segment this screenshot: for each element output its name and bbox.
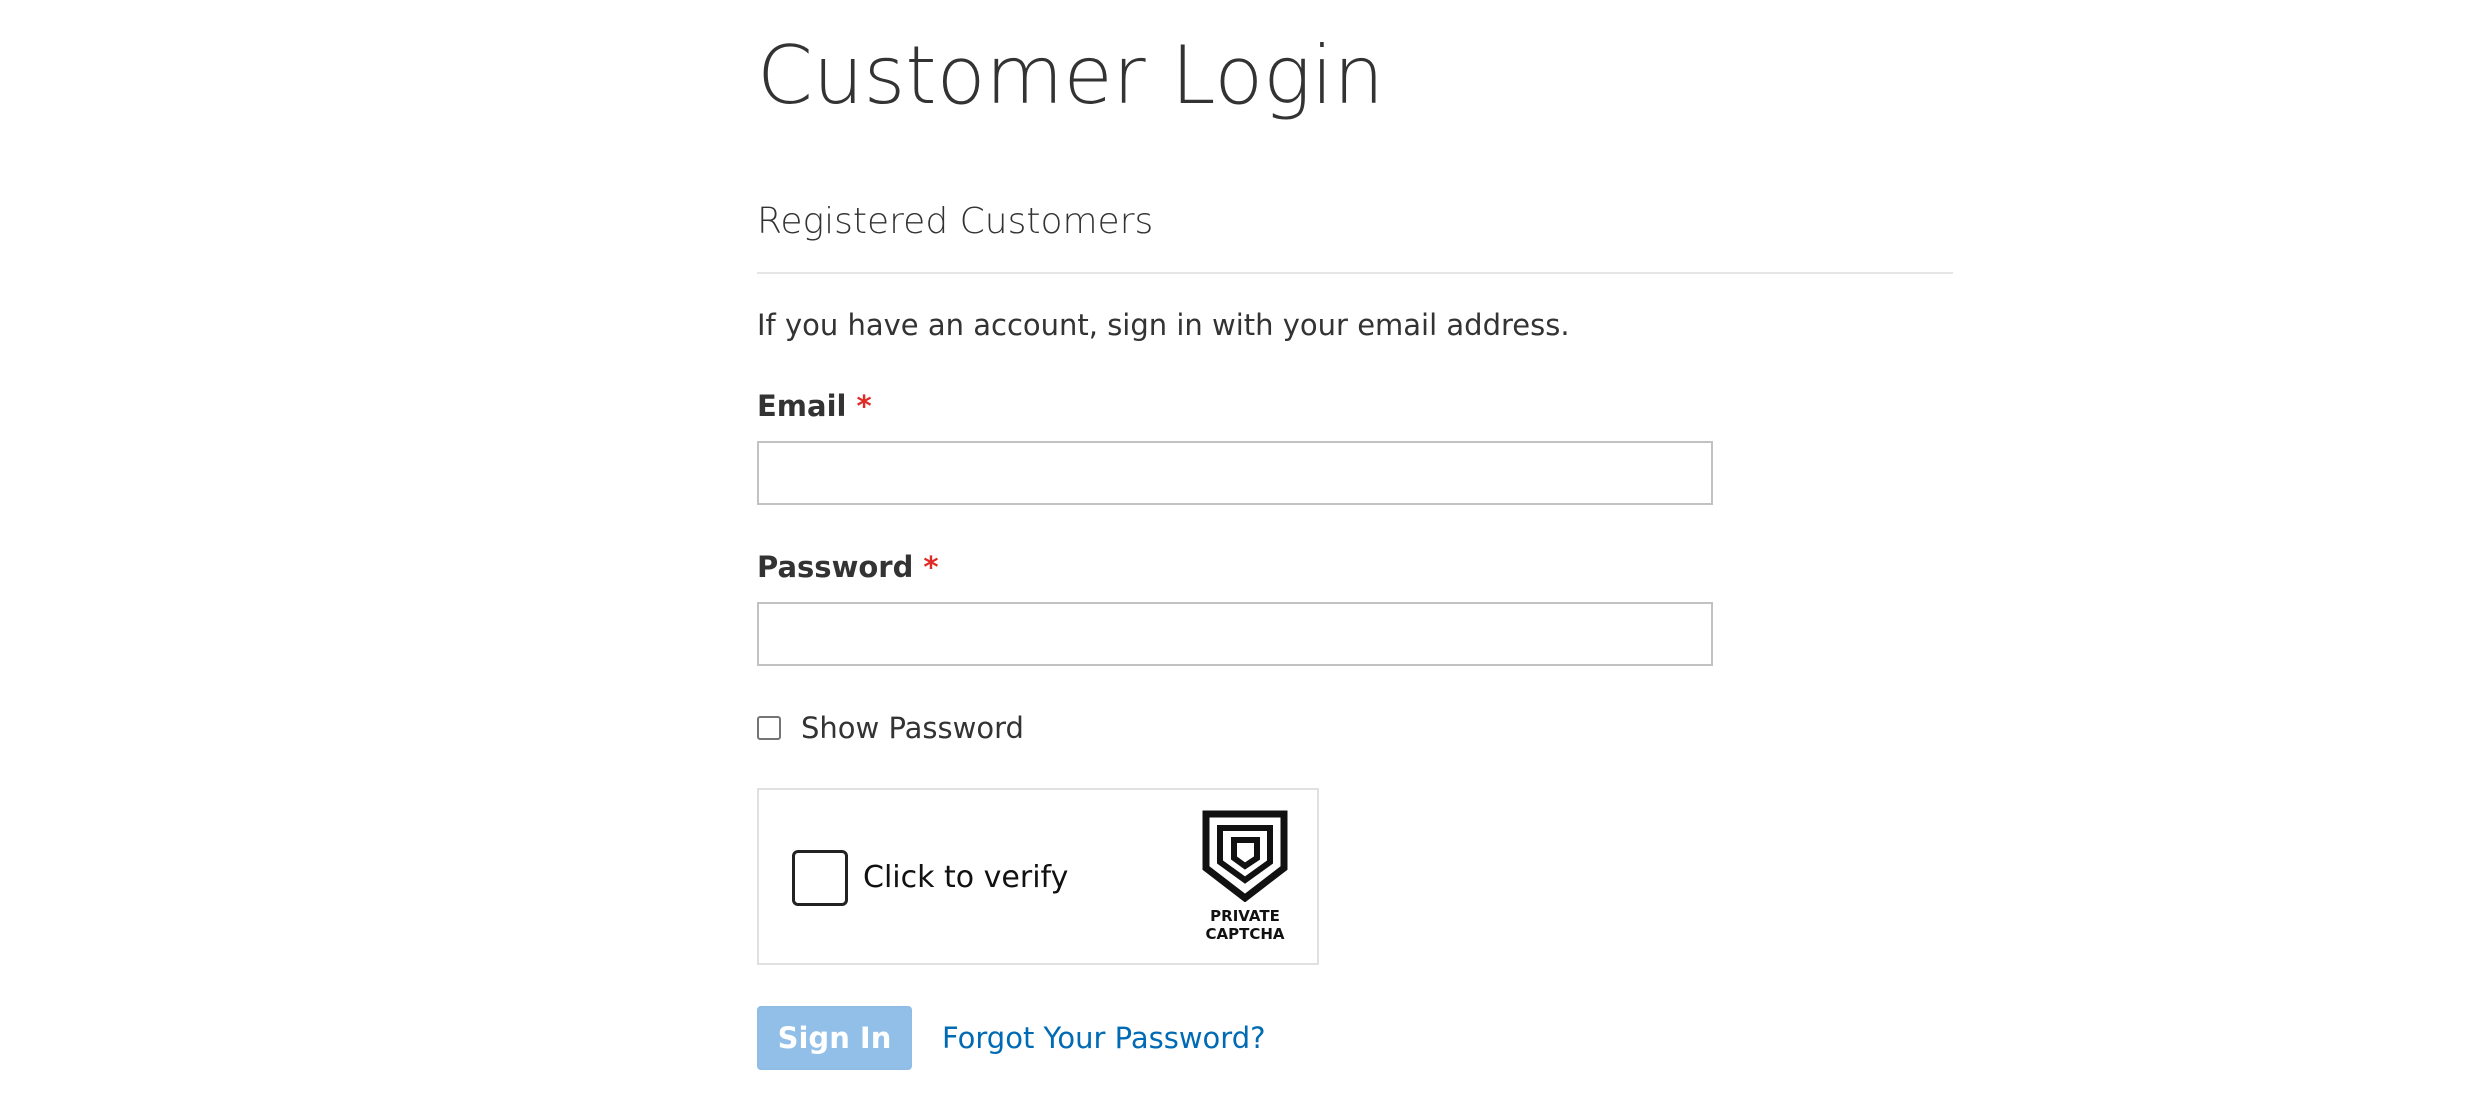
show-password-toggle[interactable]: Show Password	[757, 706, 1024, 750]
email-label: Email *	[757, 384, 872, 428]
email-input[interactable]	[757, 441, 1713, 505]
show-password-label: Show Password	[801, 711, 1024, 745]
forgot-password-link[interactable]: Forgot Your Password?	[942, 1016, 1266, 1060]
email-required-marker: *	[856, 389, 872, 423]
captcha-brand: PRIVATE CAPTCHA	[1179, 907, 1311, 943]
captcha-verify-label[interactable]: Click to verify	[863, 856, 1068, 900]
captcha-brand-line1: PRIVATE	[1210, 907, 1280, 925]
captcha-widget: Click to verify PRIVATE CAPTCHA	[757, 788, 1319, 965]
captcha-brand-line2: CAPTCHA	[1205, 925, 1285, 943]
login-intro-text: If you have an account, sign in with you…	[757, 308, 1570, 342]
block-title-divider	[757, 272, 1953, 274]
registered-customers-title: Registered Customers	[757, 201, 1154, 242]
email-label-text: Email	[757, 389, 847, 423]
password-input[interactable]	[757, 602, 1713, 666]
password-required-marker: *	[923, 550, 939, 584]
captcha-verify-checkbox[interactable]	[792, 850, 848, 906]
password-label-text: Password	[757, 550, 914, 584]
shield-logo-icon	[1202, 810, 1288, 902]
login-page: Customer Login Registered Customers If y…	[0, 0, 2490, 1102]
sign-in-button[interactable]: Sign In	[757, 1006, 912, 1070]
password-label: Password *	[757, 545, 939, 589]
page-title: Customer Login	[757, 29, 1385, 122]
show-password-checkbox[interactable]	[757, 716, 781, 740]
